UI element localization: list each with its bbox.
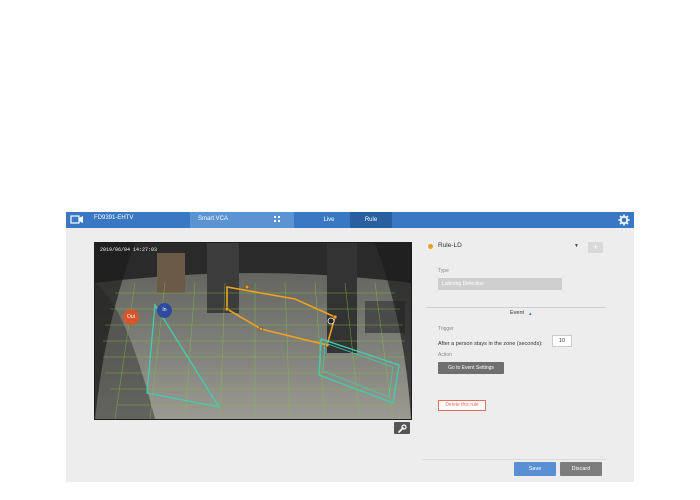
pillar xyxy=(207,243,239,313)
close-zone-icon[interactable] xyxy=(327,317,335,325)
camera-live-view[interactable]: 2019/06/04 14:27:03 Out In xyxy=(94,242,412,420)
vivotek-logo-icon xyxy=(70,215,83,224)
chevron-up-icon[interactable]: ▲ xyxy=(528,311,532,316)
action-label: Action xyxy=(438,352,452,358)
tab-rule[interactable]: Rule xyxy=(350,212,392,228)
save-button[interactable]: Save xyxy=(514,462,556,476)
in-counter-badge: In xyxy=(157,303,172,318)
rule-type-field: Loitering Detection xyxy=(438,278,562,290)
out-counter-badge: Out xyxy=(123,309,139,325)
discard-button[interactable]: Discard xyxy=(560,462,602,476)
footer-divider xyxy=(422,459,606,460)
gear-icon[interactable] xyxy=(618,214,630,226)
wrench-icon xyxy=(398,424,407,433)
add-rule-button[interactable]: + xyxy=(588,242,603,253)
edit-zone-button[interactable] xyxy=(394,422,410,434)
scene-overlay xyxy=(95,243,411,419)
divider xyxy=(426,307,606,308)
event-settings-button[interactable]: Go to Event Settings xyxy=(438,362,504,374)
delete-rule-button[interactable]: Delete this rule xyxy=(438,400,486,411)
pillar xyxy=(327,243,357,353)
tab-live[interactable]: Live xyxy=(314,212,344,228)
grid-menu-icon[interactable] xyxy=(274,216,280,222)
event-section-header[interactable]: Event xyxy=(510,310,524,316)
rule-status-dot xyxy=(428,244,433,249)
top-bar: FD9391-EHTV Smart VCA Live Rule xyxy=(66,212,634,228)
video-timestamp: 2019/06/04 14:27:03 xyxy=(100,247,158,253)
trigger-label: Trigger xyxy=(438,326,454,332)
trigger-text: After a person stays in the zone (second… xyxy=(438,341,543,347)
app-window: FD9391-EHTV Smart VCA Live Rule 2019/06/… xyxy=(66,212,634,482)
trigger-seconds-input[interactable]: 10 xyxy=(552,335,572,347)
out-label: Out xyxy=(126,314,136,320)
rule-name[interactable]: Rule-LD xyxy=(438,242,462,249)
type-label: Type xyxy=(438,268,449,274)
in-label: In xyxy=(162,307,167,313)
camera-model: FD9391-EHTV xyxy=(94,215,134,221)
module-selector[interactable]: Smart VCA xyxy=(190,212,294,228)
module-name: Smart VCA xyxy=(198,216,229,222)
rule-dropdown-icon[interactable]: ▼ xyxy=(574,243,579,249)
